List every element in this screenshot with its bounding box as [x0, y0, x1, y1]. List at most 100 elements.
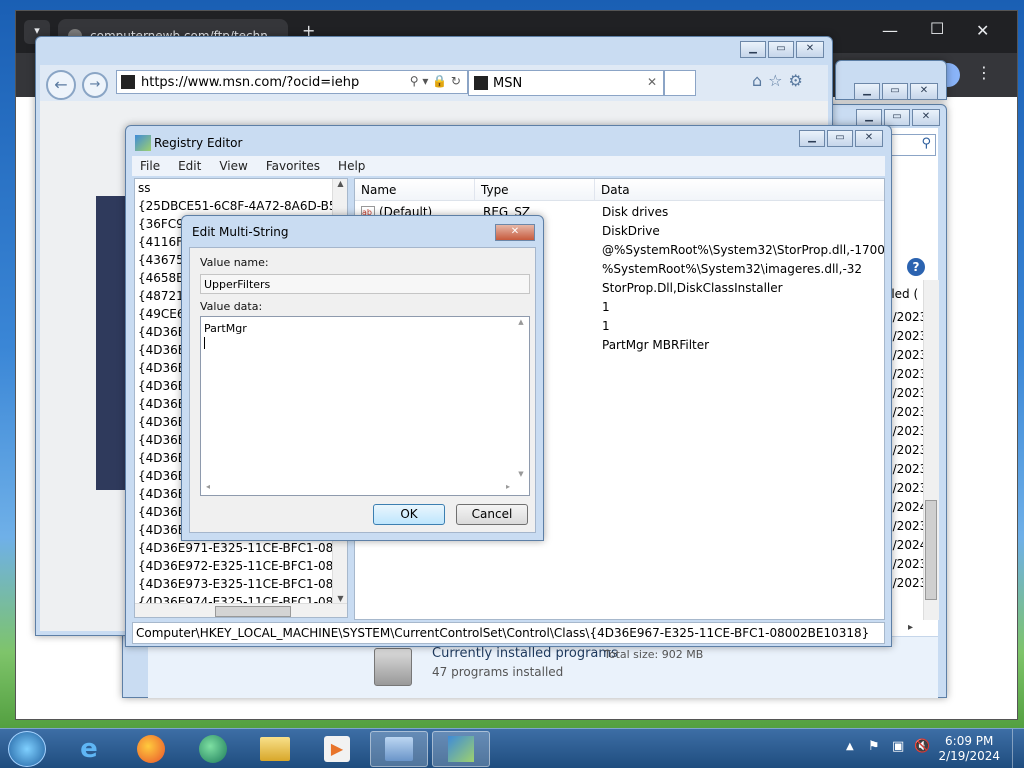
maximize-button[interactable]: ▭	[884, 109, 910, 126]
close-icon[interactable]: ✕	[976, 21, 989, 40]
taskbar-regedit[interactable]	[432, 731, 490, 767]
close-button[interactable]: ✕	[855, 130, 883, 147]
dialog-close-button[interactable]: ✕	[495, 224, 535, 241]
menu-favorites[interactable]: Favorites	[266, 159, 320, 176]
column-name[interactable]: Name	[355, 179, 475, 201]
address-text: https://www.msn.com/?ocid=iehp	[141, 75, 360, 90]
clock-date: 2/19/2024	[938, 749, 1000, 763]
registry-status-path: Computer\HKEY_LOCAL_MACHINE\SYSTEM\Curre…	[132, 622, 885, 644]
minimize-button[interactable]: ▁	[740, 41, 766, 58]
edge-icon	[199, 735, 227, 763]
column-data[interactable]: Data	[595, 179, 884, 201]
registry-window-controls: ▁ ▭ ✕	[799, 130, 883, 147]
maximize-button[interactable]: ▭	[768, 41, 794, 58]
value-data-cell[interactable]: 1	[602, 317, 610, 336]
value-data-text: PartMgr	[204, 322, 247, 335]
status-total-size: Total size: 902 MB	[604, 648, 704, 661]
tree-item[interactable]: {25DBCE51-6C8F-4A72-8A6D-B54C2B	[135, 197, 347, 215]
textarea-vscrollbar[interactable]: ▲ ▼	[514, 318, 528, 478]
tree-item[interactable]: {4D36E971-E325-11CE-BFC1-08002BE	[135, 539, 347, 557]
help-icon[interactable]: ?	[907, 258, 925, 276]
registry-editor-icon	[448, 736, 474, 762]
search-refresh-icons[interactable]: ⚲ ▾ 🔒 ↻	[410, 74, 461, 88]
maximize-button[interactable]: ▭	[827, 130, 853, 147]
ie-tab[interactable]: MSN ✕	[468, 70, 664, 96]
search-icon: ⚲	[921, 136, 931, 151]
menu-edit[interactable]: Edit	[178, 159, 201, 176]
value-data-cell[interactable]: %SystemRoot%\System32\imageres.dll,-32	[602, 260, 862, 279]
start-button[interactable]	[8, 731, 46, 767]
volume-muted-icon[interactable]: 🔇	[914, 739, 930, 754]
show-hidden-icons[interactable]: ▲	[846, 741, 854, 752]
address-bar[interactable]: https://www.msn.com/?ocid=iehp ⚲ ▾ 🔒 ↻	[116, 70, 468, 94]
value-name-field[interactable]: UpperFilters	[200, 274, 530, 294]
value-data-cell[interactable]: StorProp.Dll,DiskClassInstaller	[602, 279, 783, 298]
taskbar-control-panel[interactable]	[370, 731, 428, 767]
programs-scroll-thumb[interactable]	[925, 500, 937, 600]
tree-item[interactable]: ss	[135, 179, 347, 197]
registry-menubar: File Edit View Favorites Help	[132, 156, 885, 176]
taskbar-media-player[interactable]: ▶	[308, 731, 366, 767]
status-title: Currently installed programs	[432, 646, 618, 661]
msn-favicon-icon	[121, 75, 135, 89]
new-tab-button[interactable]	[664, 70, 696, 96]
taskbar-firefox[interactable]	[122, 731, 180, 767]
programs-icon	[374, 648, 412, 686]
textarea-hscrollbar[interactable]: ◂ ▸	[202, 480, 514, 494]
close-tab-icon[interactable]: ✕	[647, 75, 657, 89]
minimize-button-2[interactable]: ▁	[854, 83, 880, 100]
cancel-button[interactable]: Cancel	[456, 504, 528, 525]
tree-hscrollbar[interactable]	[135, 603, 347, 617]
media-player-icon: ▶	[324, 736, 350, 762]
clock[interactable]: 6:09 PM 2/19/2024	[938, 734, 1000, 764]
control-panel-icon	[385, 737, 413, 761]
scroll-right-arrow[interactable]: ▸	[908, 622, 913, 633]
back-arrow-icon[interactable]: ←	[46, 70, 76, 100]
taskbar-explorer[interactable]	[246, 731, 304, 767]
ok-button[interactable]: OK	[373, 504, 445, 525]
edit-multistring-dialog[interactable]: Edit Multi-String ✕ Value name: UpperFil…	[181, 215, 544, 541]
registry-icon	[135, 135, 151, 151]
action-center-flag-icon[interactable]: ⚑	[868, 739, 880, 754]
value-data-textarea[interactable]: PartMgr ▲ ▼ ◂ ▸	[200, 316, 530, 496]
network-icon[interactable]: ▣	[892, 739, 904, 754]
forward-arrow-icon[interactable]: →	[82, 72, 108, 98]
clock-time: 6:09 PM	[945, 734, 994, 748]
tree-item[interactable]: {4D36E972-E325-11CE-BFC1-08002BE	[135, 557, 347, 575]
tree-item[interactable]: {4D36E973-E325-11CE-BFC1-08002BE	[135, 575, 347, 593]
value-data-cell[interactable]: PartMgr MBRFilter	[602, 336, 709, 355]
registry-title: Registry Editor	[154, 136, 243, 150]
value-data-label: Value data:	[200, 300, 263, 313]
window-behind-controls: ▁ ▭ ✕	[835, 60, 947, 100]
maximize-button-2[interactable]: ▭	[882, 83, 908, 100]
status-program-count: 47 programs installed	[432, 665, 564, 679]
chrome-menu-icon[interactable]: ⋮	[976, 63, 992, 82]
value-name-label: Value name:	[200, 256, 269, 269]
close-button[interactable]: ✕	[796, 41, 824, 58]
ie-window-controls: ▁ ▭ ✕	[740, 41, 824, 58]
close-button[interactable]: ✕	[912, 109, 940, 126]
menu-file[interactable]: File	[140, 159, 160, 176]
home-favorites-settings-icons[interactable]: ⌂☆⚙	[752, 71, 809, 90]
value-data-cell[interactable]: 1	[602, 298, 610, 317]
maximize-icon[interactable]: ☐	[930, 19, 944, 38]
taskbar-ie[interactable]: e	[60, 731, 118, 767]
minimize-icon[interactable]: —	[882, 21, 898, 40]
value-data-cell[interactable]: Disk drives	[602, 203, 668, 222]
minimize-button[interactable]: ▁	[799, 130, 825, 147]
msn-tab-favicon-icon	[474, 76, 488, 90]
ie-tab-title: MSN	[493, 76, 523, 91]
show-desktop-button[interactable]	[1012, 729, 1024, 768]
value-data-cell[interactable]: @%SystemRoot%\System32\StorProp.dll,-170…	[602, 241, 884, 260]
menu-view[interactable]: View	[219, 159, 247, 176]
tree-hscroll-thumb[interactable]	[215, 606, 291, 617]
close-button-2[interactable]: ✕	[910, 83, 938, 100]
value-data-cell[interactable]: DiskDrive	[602, 222, 660, 241]
minimize-button[interactable]: ▁	[856, 109, 882, 126]
programs-window-controls: ▁ ▭ ✕	[856, 109, 940, 126]
taskbar-edge[interactable]	[184, 731, 242, 767]
ie-icon: e	[80, 734, 98, 764]
menu-help[interactable]: Help	[338, 159, 365, 176]
installed-on-column[interactable]: lled (	[888, 287, 918, 301]
column-type[interactable]: Type	[475, 179, 595, 201]
